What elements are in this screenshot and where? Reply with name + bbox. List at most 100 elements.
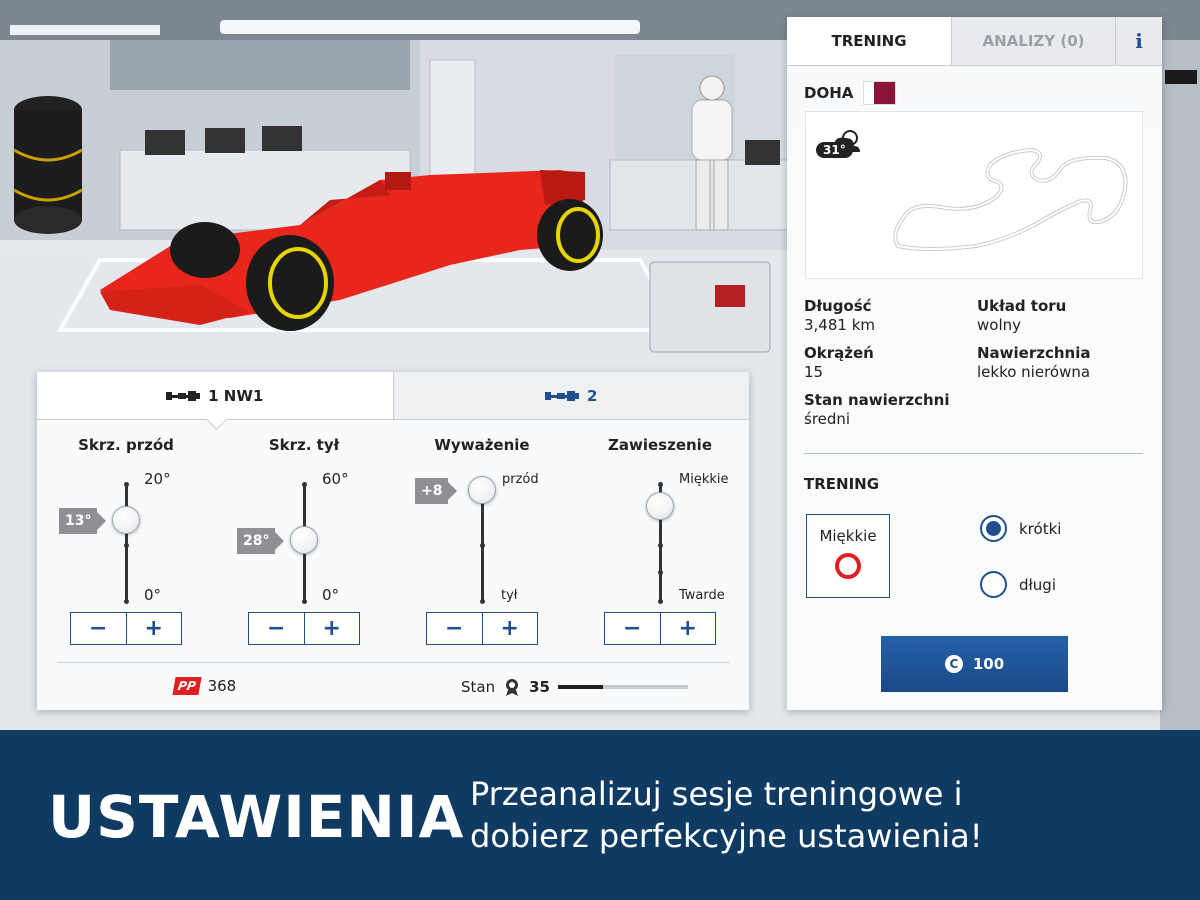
option-short[interactable]: krótki [980,515,1061,542]
car-icon [166,390,201,401]
decrease-button[interactable]: − [249,613,304,644]
bottom-label: Twarde [679,588,725,603]
stepper: − + [604,612,716,645]
option-label: krótki [1019,519,1062,538]
front-wing-control: Skrz. przód 13° 20° 0° − + [37,436,215,651]
condition-label: Stan nawierzchni [804,391,950,409]
car-icon [545,390,580,401]
condition-value: 35 [529,678,550,696]
tyre-select-button[interactable]: Miękkie [806,514,890,598]
qatar-flag-icon [863,81,897,105]
car-tabs: 1 NW1 2 [37,372,749,420]
control-title: Skrz. przód [78,436,174,454]
session-tabs: TRENING ANALIZY (0) i [787,17,1162,66]
min-label: 0° [322,586,340,604]
banner-line-1: Przeanalizuj sesje treningowe i [470,775,963,813]
laps-value: 15 [804,363,824,381]
track-layout-icon [893,147,1128,251]
stepper: − + [70,612,182,645]
laps: Okrążeń 15 [804,344,874,382]
value-flag: 28° [237,528,286,554]
banner-title: USTAWIENIA [48,783,465,851]
track-info-panel: TRENING ANALIZY (0) i DOHA 31° Długość 3… [787,17,1162,710]
control-title: Zawieszenie [608,436,712,454]
increase-button[interactable]: + [125,613,182,644]
temperature-badge: 31° [816,142,853,158]
decrease-button[interactable]: − [71,613,126,644]
min-label: 0° [144,586,162,604]
radio-selected-icon[interactable] [980,515,1007,542]
increase-button[interactable]: + [303,613,360,644]
tab-car-1-label: 1 NW1 [208,386,264,405]
track-location: DOHA [804,81,897,105]
max-label: 20° [144,470,171,488]
value-flag: 13° [59,508,108,534]
layout-label: Układ toru [977,297,1067,315]
slider-knob[interactable] [112,506,140,534]
tab-car-2[interactable]: 2 [392,372,749,419]
option-long[interactable]: długi [980,571,1056,598]
top-label: Miękkie [679,472,729,487]
condition-indicator: Stan 35 [461,677,688,697]
tab-car-1[interactable]: 1 NW1 [37,372,393,419]
pp-badge: PP [172,677,202,695]
track-length: Długość 3,481 km [804,297,875,335]
slider-knob[interactable] [468,476,496,504]
condition-progress-bar [557,685,688,689]
pp-indicator: PP 368 [172,677,237,695]
laps-label: Okrążeń [804,344,874,362]
ceiling-light [10,25,160,35]
banner-line-2: dobierz perfekcyjne ustawienia! [470,817,983,855]
medal-icon [506,679,519,696]
surface-condition: Stan nawierzchni średni [804,391,950,429]
cost-value: 100 [972,655,1005,673]
tyre-icon [835,553,861,579]
divider [57,662,729,663]
start-session-button[interactable]: C 100 [881,636,1068,692]
increase-button[interactable]: + [659,613,716,644]
city-name: DOHA [804,84,854,102]
decrease-button[interactable]: − [605,613,660,644]
length-value: 3,481 km [804,316,876,334]
layout-value: wolny [977,316,1021,334]
car-setup-panel: 1 NW1 2 Skrz. przód 13° 20° 0° − + Skrz.… [37,372,749,710]
bottom-label: tył [501,588,518,603]
control-title: Wyważenie [434,436,530,454]
suspension-control: Zawieszenie Miękkie Twarde − + [571,436,749,651]
radio-icon[interactable] [980,571,1007,598]
value-flag: +8 [415,478,459,504]
tab-analysis[interactable]: ANALIZY (0) [951,17,1115,65]
top-label: przód [502,472,539,487]
promo-banner: USTAWIENIA Przeanalizuj sesje treningowe… [0,730,1200,900]
increase-button[interactable]: + [481,613,538,644]
length-label: Długość [804,297,872,315]
slider-knob[interactable] [646,492,674,520]
session-title: TRENING [804,475,880,493]
tyre-stack [13,96,83,234]
track-layout: Układ toru wolny [977,297,1066,335]
max-label: 60° [322,470,349,488]
pp-value: 368 [207,677,237,695]
rear-wing-control: Skrz. tył 28° 60° 0° − + [215,436,393,651]
condition-progress-fill [557,685,604,689]
tyre-label: Miękkie [819,527,877,545]
info-button[interactable]: i [1115,17,1162,65]
control-title: Skrz. tył [268,436,340,454]
track-map: 31° [805,111,1143,279]
surface-label: Nawierzchnia [977,344,1091,362]
ceiling-light [220,20,640,34]
slider-knob[interactable] [290,526,318,554]
tab-training[interactable]: TRENING [787,17,951,65]
balance-control: Wyważenie +8 przód tył − + [393,436,571,651]
stepper: − + [248,612,360,645]
divider [804,453,1143,454]
condition-value: średni [804,410,851,428]
condition-label: Stan [461,678,496,696]
surface-value: lekko nierówna [977,363,1091,381]
slider-track[interactable] [124,482,129,604]
surface: Nawierzchnia lekko nierówna [977,344,1091,382]
stepper: − + [426,612,538,645]
tab-car-2-label: 2 [587,386,598,405]
option-label: długi [1019,575,1056,594]
decrease-button[interactable]: − [427,613,482,644]
